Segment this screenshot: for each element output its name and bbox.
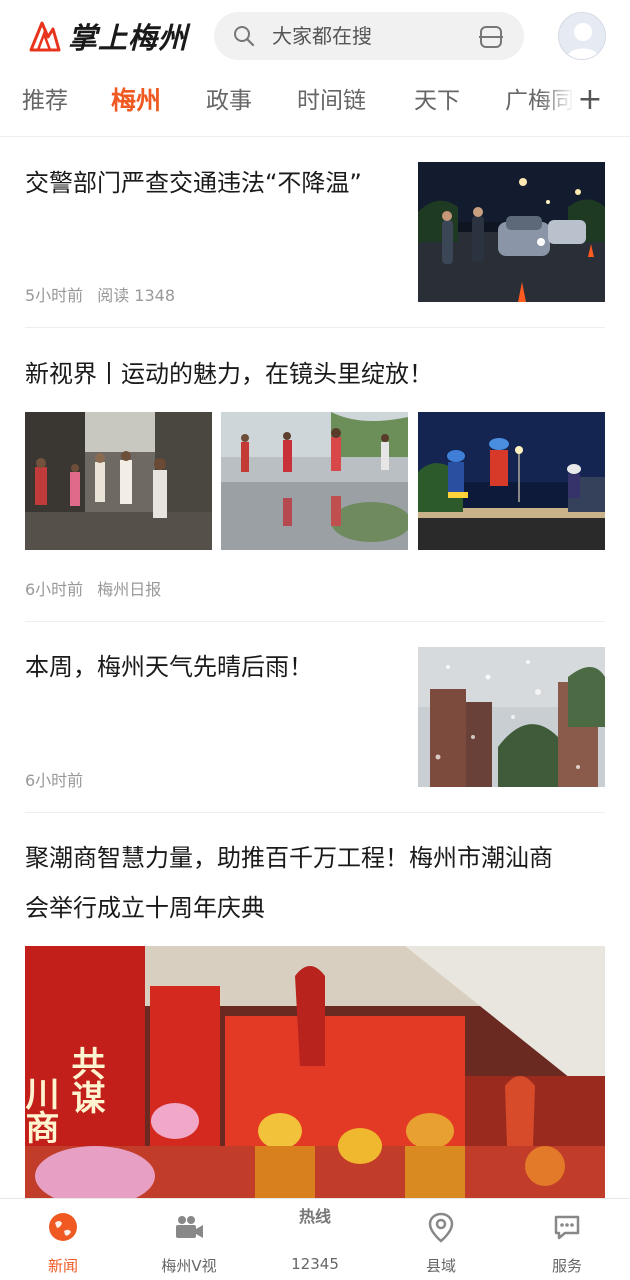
hotline-icon: 热线	[298, 1207, 331, 1226]
nav-label: 县域	[425, 1257, 456, 1275]
tab-recommend[interactable]: 推荐	[22, 84, 68, 118]
nav-label: 服务	[551, 1257, 582, 1275]
article-meta: 5小时前 阅读 1348	[25, 282, 175, 306]
news-item-weather[interactable]: 本周，梅州天气先晴后雨！ 6小时前	[0, 622, 630, 812]
search-placeholder: 大家都在搜	[272, 24, 372, 48]
nav-hotline-12345[interactable]: 热线 12345	[252, 1199, 378, 1280]
globe-icon	[49, 1213, 77, 1241]
nav-meizhou-video[interactable]: 梅州V视	[126, 1199, 252, 1280]
article-photo-lion-dance-ceremony: 川商 共谋	[25, 946, 605, 1198]
news-item-traffic[interactable]: 交警部门严查交通违法“不降温” 5小时前 阅读 1348	[0, 137, 630, 327]
search-bar[interactable]: 大家都在搜	[214, 12, 524, 60]
app-header: 掌上梅州 大家都在搜	[0, 0, 630, 72]
article-photo-square-dance	[221, 412, 408, 550]
article-reads: 阅读 1348	[97, 286, 175, 305]
tab-timeline[interactable]: 时间链	[297, 84, 366, 118]
user-silhouette-icon	[566, 23, 600, 59]
article-thumbnail-rainy-window	[418, 647, 605, 787]
tab-politics[interactable]: 政事	[206, 84, 252, 118]
svg-text:川商: 川商	[25, 1076, 59, 1144]
article-title: 新视界丨运动的魅力，在镜头里绽放！	[25, 360, 433, 388]
location-pin-icon	[428, 1212, 454, 1243]
app-logo[interactable]: 掌上梅州	[28, 16, 188, 56]
scan-icon[interactable]	[478, 24, 504, 50]
nav-label: 梅州V视	[161, 1257, 217, 1275]
svg-text:共谋: 共谋	[65, 1046, 105, 1114]
article-meta: 6小时前	[25, 767, 83, 791]
bottom-navigation: 新闻 梅州V视 热线 12345 县域 服务	[0, 1198, 630, 1280]
article-time: 5小时前	[25, 286, 84, 305]
tab-meizhou[interactable]: 梅州	[111, 84, 161, 118]
user-avatar[interactable]	[558, 12, 606, 60]
nav-services[interactable]: 服务	[504, 1199, 630, 1280]
nav-county[interactable]: 县域	[378, 1199, 504, 1280]
news-item-chaoshan-chamber[interactable]: 聚潮商智慧力量，助推百千万工程！梅州市潮汕商 会举行成立十周年庆典 川商 共谋	[0, 813, 630, 1198]
article-title: 交警部门严查交通违法“不降温”	[25, 169, 362, 197]
article-title-line2: 会举行成立十周年庆典	[25, 894, 265, 922]
article-photo-alley-children	[25, 412, 212, 550]
video-camera-icon	[176, 1216, 203, 1238]
article-time: 6小时前	[25, 771, 84, 790]
article-thumbnail-traffic-checkpoint	[418, 162, 605, 302]
news-item-sports-photos[interactable]: 新视界丨运动的魅力，在镜头里绽放！ 6小时前 梅州日报	[0, 328, 630, 620]
add-channel-icon[interactable]: +	[574, 84, 606, 118]
article-photo-roller-skating	[418, 412, 605, 550]
article-source: 梅州日报	[97, 580, 162, 599]
flame-logo-icon	[29, 21, 61, 52]
nav-news[interactable]: 新闻	[0, 1199, 126, 1280]
article-title-line1: 聚潮商智慧力量，助推百千万工程！梅州市潮汕商	[25, 844, 553, 872]
article-meta: 6小时前 梅州日报	[25, 576, 161, 600]
nav-label: 12345	[291, 1255, 339, 1273]
channel-tabs: 推荐 梅州 政事 时间链 天下 广梅同 +	[0, 74, 630, 130]
tab-world[interactable]: 天下	[414, 84, 460, 118]
nav-label: 新闻	[47, 1257, 78, 1275]
chat-bubble-icon	[554, 1215, 580, 1240]
article-time: 6小时前	[25, 580, 84, 599]
logo-text: 掌上梅州	[68, 21, 189, 55]
article-title: 本周，梅州天气先晴后雨！	[25, 653, 313, 681]
search-icon	[234, 26, 255, 47]
